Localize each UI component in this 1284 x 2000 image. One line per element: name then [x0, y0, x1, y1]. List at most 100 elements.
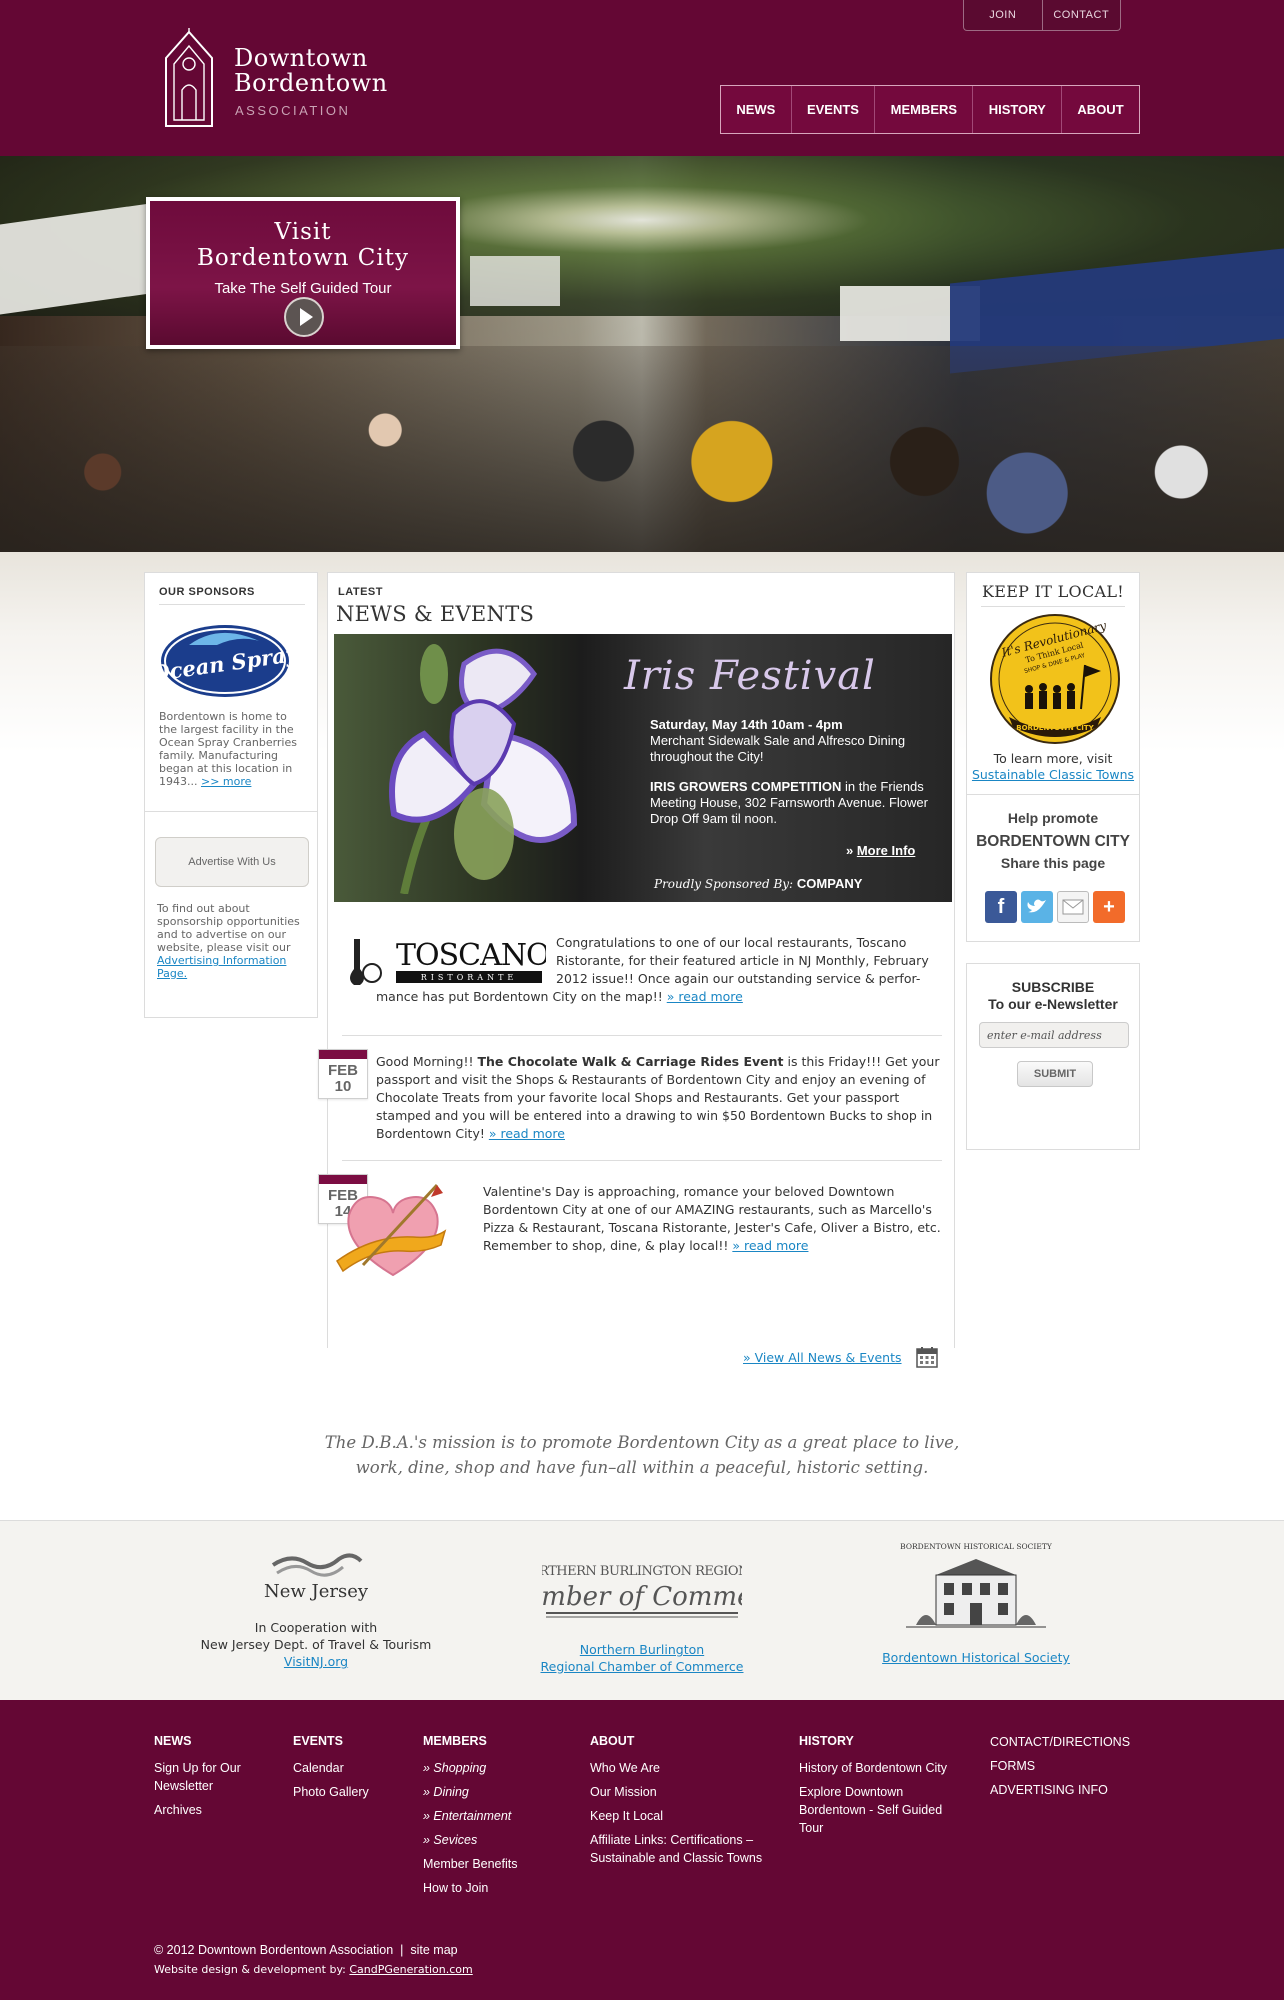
chamber-link-line1[interactable]: Northern Burlington: [580, 1642, 704, 1657]
visit-tour-box[interactable]: Visit Bordentown City Take The Self Guid…: [146, 197, 460, 349]
footer-affiliate-link[interactable]: Affiliate Links: Certifications – Sustai…: [590, 1831, 790, 1867]
footer-keeplocal-link[interactable]: Keep It Local: [590, 1807, 790, 1825]
view-all-news-link[interactable]: » View All News & Events: [743, 1350, 902, 1365]
ocean-spray-logo[interactable]: Ocean Spray: [159, 623, 291, 699]
chocolate-read-more[interactable]: » read more: [489, 1126, 565, 1141]
footer-about-heading: ABOUT: [590, 1734, 635, 1748]
sitemap-link[interactable]: site map: [410, 1943, 457, 1957]
help-promote: Help promote: [1007, 810, 1099, 826]
hero-crowd: [0, 346, 1284, 552]
email-icon[interactable]: [1057, 891, 1089, 923]
chamber-link-line2[interactable]: Regional Chamber of Commerce: [541, 1659, 744, 1674]
valentine-read-more[interactable]: » read more: [732, 1238, 808, 1253]
footer-events-heading: EVENTS: [293, 1734, 344, 1748]
nav-members[interactable]: MEMBERS: [874, 86, 972, 133]
visit-subtitle: Take The Self Guided Tour: [214, 280, 392, 297]
footer-join-link[interactable]: How to Join: [423, 1879, 573, 1897]
email-input[interactable]: [979, 1022, 1129, 1048]
footer-gallery-link[interactable]: Photo Gallery: [293, 1783, 413, 1801]
new-jersey-logo[interactable]: New Jersey: [261, 1549, 371, 1605]
copyright-separator: |: [400, 1943, 404, 1957]
historical-society-link[interactable]: Bordentown Historical Society: [882, 1650, 1070, 1665]
facebook-icon[interactable]: f: [985, 891, 1017, 923]
nav-about[interactable]: ABOUT: [1061, 86, 1139, 133]
toscano-text-end: mance has put Bordentown City on the map…: [376, 988, 936, 1006]
toscano-logo-name: TOSCANO: [396, 938, 546, 973]
footer-shopping-link[interactable]: » Shopping: [423, 1759, 573, 1777]
keep-local-badge[interactable]: It's Revolutionary To Think Local SHOP &…: [989, 613, 1121, 745]
footer-history-heading: HISTORY: [799, 1734, 854, 1748]
iris-sponsored-by: Proudly Sponsored By:: [654, 877, 794, 891]
footer-dining-link[interactable]: » Dining: [423, 1783, 573, 1801]
footer-advertising-link[interactable]: ADVERTISING INFO: [990, 1781, 1150, 1799]
utility-nav: JOIN CONTACT: [963, 0, 1121, 31]
advertise-text: To find out about sponsorship opportunit…: [157, 902, 305, 980]
calendar-icon[interactable]: [915, 1345, 939, 1369]
hero-tent-mid: [470, 256, 560, 306]
submit-button[interactable]: SUBMIT: [1017, 1061, 1093, 1087]
iris-more-info-link[interactable]: More Info: [857, 843, 916, 858]
historical-society-logo[interactable]: BORDENTOWN HISTORICAL SOCIETY: [896, 1535, 1056, 1645]
footer-mission-link[interactable]: Our Mission: [590, 1783, 790, 1801]
nav-news[interactable]: NEWS: [721, 86, 791, 133]
advertise-button[interactable]: Advertise With Us: [155, 837, 309, 887]
visitnj-link[interactable]: VisitNJ.org: [284, 1654, 348, 1669]
visit-title-line1: Visit: [274, 219, 332, 245]
partner-chamber: NORTHERN BURLINGTON REGIONAL Chamber of …: [489, 1555, 795, 1675]
logo-line1: Downtown: [234, 44, 368, 72]
chocolate-event-title: The Chocolate Walk & Carriage Rides Even…: [477, 1054, 784, 1069]
chamber-logo-line1: NORTHERN BURLINGTON REGIONAL: [542, 1564, 742, 1579]
footer-members-heading: MEMBERS: [423, 1734, 487, 1748]
logo-line2: Bordentown: [234, 69, 388, 97]
footer-tour-link[interactable]: Explore Downtown Bordentown - Self Guide…: [799, 1783, 969, 1837]
sustainable-towns-link[interactable]: Sustainable Classic Towns: [972, 767, 1134, 782]
logo-line3: ASSOCIATION: [235, 103, 351, 118]
partner-nj: New Jersey In Cooperation with New Jerse…: [196, 1549, 436, 1670]
footer-members: MEMBERS » Shopping » Dining » Entertainm…: [423, 1733, 573, 1903]
iris-datetime: Saturday, May 14th 10am - 4pm: [650, 717, 843, 732]
nj-line1: In Cooperation with: [254, 1620, 378, 1635]
footer-entertainment-link[interactable]: » Entertainment: [423, 1807, 573, 1825]
footer-services-link[interactable]: » Sevices: [423, 1831, 573, 1849]
footer-benefits-link[interactable]: Member Benefits: [423, 1855, 573, 1873]
footer-archives-link[interactable]: Archives: [154, 1801, 274, 1819]
toscano-read-more[interactable]: » read more: [667, 989, 743, 1004]
news-events-panel: LATEST NEWS & EVENTS Iris Festival Satur…: [318, 572, 955, 1368]
date-day: 10: [334, 1078, 352, 1095]
contact-link[interactable]: CONTACT: [1041, 0, 1121, 30]
join-link[interactable]: JOIN: [964, 0, 1042, 30]
news-separator: [342, 1035, 942, 1036]
add-share-icon[interactable]: +: [1093, 891, 1125, 923]
nav-events[interactable]: EVENTS: [790, 86, 875, 133]
sponsor-text: Bordentown is home to the largest facili…: [159, 710, 307, 788]
twitter-icon[interactable]: [1021, 891, 1053, 923]
footer-about: ABOUT Who We Are Our Mission Keep It Loc…: [590, 1733, 790, 1873]
iris-desc2: IRIS GROWERS COMPETITION in the Friends …: [650, 779, 940, 827]
nj-logo-text: New Jersey: [264, 1581, 369, 1602]
footer-who-link[interactable]: Who We Are: [590, 1759, 790, 1777]
advertising-info-link[interactable]: Advertising Information Page.: [157, 954, 286, 980]
footer-history-link[interactable]: History of Bordentown City: [799, 1759, 969, 1777]
toscano-logo-sub: RISTORANTE: [421, 973, 518, 982]
sponsor-more-link[interactable]: >> more: [201, 775, 251, 788]
footer-newsletter-link[interactable]: Sign Up for Our Newsletter: [154, 1759, 274, 1795]
iris-sponsor: Proudly Sponsored By: COMPANY: [654, 875, 862, 893]
learn-more: To learn more, visit Sustainable Classic …: [967, 751, 1139, 783]
copyright: © 2012 Downtown Bordentown Association |…: [154, 1942, 458, 1960]
help-promote-city: BORDENTOWN CITY: [976, 833, 1130, 850]
footer-forms-link[interactable]: FORMS: [990, 1757, 1150, 1775]
credit-link[interactable]: CandPGeneration.com: [349, 1963, 472, 1976]
footer-news-heading: NEWS: [154, 1734, 192, 1748]
footer-calendar-link[interactable]: Calendar: [293, 1759, 413, 1777]
toscano-logo[interactable]: TOSCANO RISTORANTE: [346, 929, 546, 991]
iris-more: » More Info: [846, 842, 915, 860]
latest-label: LATEST: [338, 586, 383, 598]
nav-history[interactable]: HISTORY: [972, 86, 1061, 133]
chamber-logo[interactable]: NORTHERN BURLINGTON REGIONAL Chamber of …: [489, 1555, 795, 1621]
footer-contact-link[interactable]: CONTACT/DIRECTIONS: [990, 1733, 1150, 1751]
iris-flower-image: [389, 644, 578, 894]
site-logo[interactable]: Downtown Bordentown ASSOCIATION: [160, 26, 400, 130]
visit-title-line2: Bordentown City: [197, 245, 409, 271]
play-icon[interactable]: [284, 297, 324, 337]
iris-festival-feature[interactable]: Iris Festival Saturday, May 14th 10am - …: [334, 634, 952, 902]
